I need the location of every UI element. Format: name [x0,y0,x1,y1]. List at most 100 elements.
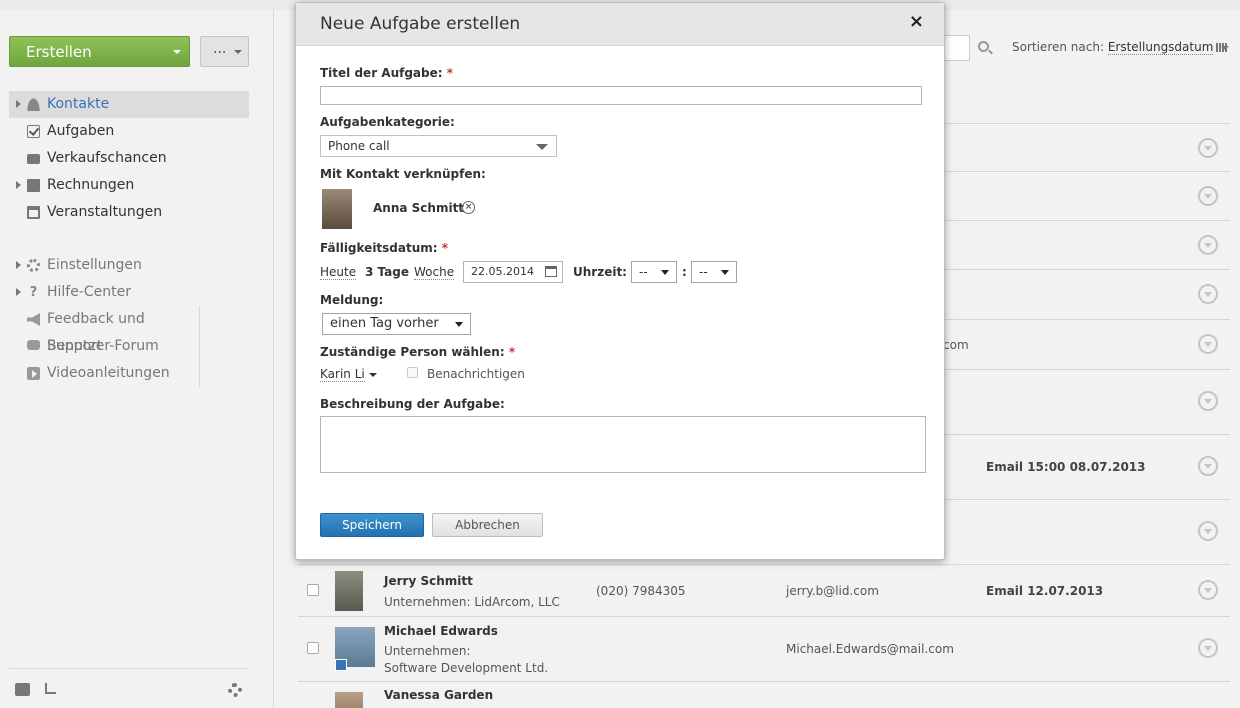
due-date-label: Fälligkeitsdatum: * [320,241,448,255]
check-icon [27,125,40,138]
required-mark: * [508,345,516,359]
assignee-label: Zuständige Person wählen: * [320,345,515,359]
category-label: Aufgabenkategorie: [320,115,455,129]
row-menu-icon[interactable] [1198,186,1218,206]
row-menu-icon[interactable] [1198,580,1218,600]
chevron-down-icon [721,270,729,275]
due-date-value: 22.05.2014 [471,265,534,278]
gear-icon[interactable] [228,683,242,697]
user-icon [27,98,40,111]
megaphone-icon [27,313,40,326]
document-icon [27,179,40,192]
briefcase-icon [27,154,40,164]
due-3days-option[interactable]: 3 Tage [365,265,409,279]
row-menu-icon[interactable] [1198,456,1218,476]
chevron-down-icon [234,50,242,54]
category-select[interactable]: Phone call [320,135,557,157]
time-label: Uhrzeit: [573,265,627,279]
sidebar-item-label: Aufgaben [47,123,115,139]
more-button-label: ... [213,41,227,57]
row-menu-icon[interactable] [1198,521,1218,541]
chevron-down-icon[interactable] [369,373,377,377]
contact-company: Software Development Ltd. [384,661,549,675]
reminder-select[interactable]: einen Tag vorher [322,313,471,335]
question-icon: ? [29,285,38,300]
contact-name[interactable]: Jerry Schmitt [384,574,473,588]
sidebar-item-contacts[interactable]: Kontakte [9,91,249,118]
contact-name[interactable]: Michael Edwards [384,624,498,638]
expand-arrow-icon[interactable] [16,288,21,296]
sidebar-item-tasks[interactable]: Aufgaben [9,118,249,145]
row-menu-icon[interactable] [1198,391,1218,411]
description-label: Beschreibung der Aufgabe: [320,397,505,411]
save-button[interactable]: Speichern [320,513,424,537]
row-menu-icon[interactable] [1198,138,1218,158]
due-date-label-text: Fälligkeitsdatum: [320,241,438,255]
expand-arrow-icon[interactable] [16,181,21,189]
sidebar-item-label: Videoanleitungen [47,365,170,381]
sidebar-item-label: Veranstaltungen [47,204,163,220]
time-separator: : [682,265,687,279]
sidebar-item-videos[interactable]: Videoanleitungen [9,360,199,387]
row-menu-icon[interactable] [1198,638,1218,658]
more-button[interactable]: ... [200,36,249,67]
notify-label[interactable]: Benachrichtigen [427,367,525,381]
new-task-dialog: Neue Aufgabe erstellen × Titel der Aufga… [295,2,945,560]
contact-email[interactable]: jerry.b@lid.com [786,584,879,598]
sidebar-item-help-center[interactable]: ? Hilfe-Center [9,279,249,306]
close-icon[interactable]: × [909,12,924,32]
cancel-button[interactable]: Abbrechen [432,513,543,537]
due-week-link[interactable]: Woche [414,265,455,280]
hour-select[interactable]: -- [631,261,677,283]
main-nav: Kontakte Aufgaben Verkaufschancen Rechnu… [9,91,249,226]
contact-link-label: Mit Kontakt verknüpfen: [320,167,486,181]
chevron-down-icon [661,270,669,275]
secondary-nav: Einstellungen ? Hilfe-Center Feedback un… [9,252,249,387]
calendar-icon [27,206,40,219]
contact-email[interactable]: Michael.Edwards@mail.com [786,642,954,656]
expand-icon[interactable] [45,683,56,694]
sidebar-item-forum[interactable]: Benutzer-Forum [9,333,199,360]
table-row[interactable]: Michael Edwards Unternehmen: Software De… [298,616,1230,681]
remove-contact-icon[interactable]: × [462,201,475,214]
search-icon[interactable] [978,41,989,52]
row-menu-icon[interactable] [1198,235,1218,255]
row-checkbox[interactable] [307,584,319,596]
bars-icon[interactable] [1216,43,1228,52]
row-menu-icon[interactable] [1198,284,1218,304]
description-textarea[interactable] [320,416,926,473]
row-activity: Email 15:00 08.07.2013 [986,460,1146,474]
contact-name: Anna Schmitt [373,201,465,215]
minute-select[interactable]: -- [691,261,737,283]
sidebar-item-settings[interactable]: Einstellungen [9,252,249,279]
sort-value[interactable]: Erstellungsdatum [1107,40,1214,55]
contact-avatar [322,189,352,229]
sort-label: Sortieren nach: [1012,40,1104,54]
expand-arrow-icon[interactable] [16,100,21,108]
contact-company: Unternehmen: LidArcom, LLC [384,595,560,609]
table-row[interactable]: Vanessa Garden [298,681,1230,708]
avatar [335,692,363,708]
contact-name[interactable]: Vanessa Garden [384,688,493,702]
sidebar-item-opportunities[interactable]: Verkaufschancen [9,145,249,172]
task-title-label: Titel der Aufgabe: * [320,66,453,80]
due-today-link[interactable]: Heute [320,265,357,280]
assignee-select[interactable]: Karin Li [320,367,365,382]
row-checkbox[interactable] [307,642,319,654]
notify-checkbox[interactable] [407,367,418,378]
chevron-down-icon [536,144,548,150]
sidebar-item-events[interactable]: Veranstaltungen [9,199,249,226]
chat-icon[interactable] [15,683,30,696]
row-menu-icon[interactable] [1198,334,1218,354]
due-date-input[interactable]: 22.05.2014 [463,261,563,283]
sidebar-item-invoices[interactable]: Rechnungen [9,172,249,199]
task-title-label-text: Titel der Aufgabe: [320,66,443,80]
expand-arrow-icon[interactable] [16,261,21,269]
sidebar-item-feedback[interactable]: Feedback und Support [9,306,199,354]
create-button[interactable]: Erstellen [9,36,190,67]
table-row[interactable]: Jerry Schmitt Unternehmen: LidArcom, LLC… [298,564,1230,616]
sidebar-item-label: Benutzer-Forum [47,338,159,354]
calendar-icon[interactable] [545,266,557,277]
task-title-input[interactable] [320,86,922,105]
sort-control[interactable]: Sortieren nach: Erstellungsdatum [1012,40,1230,55]
